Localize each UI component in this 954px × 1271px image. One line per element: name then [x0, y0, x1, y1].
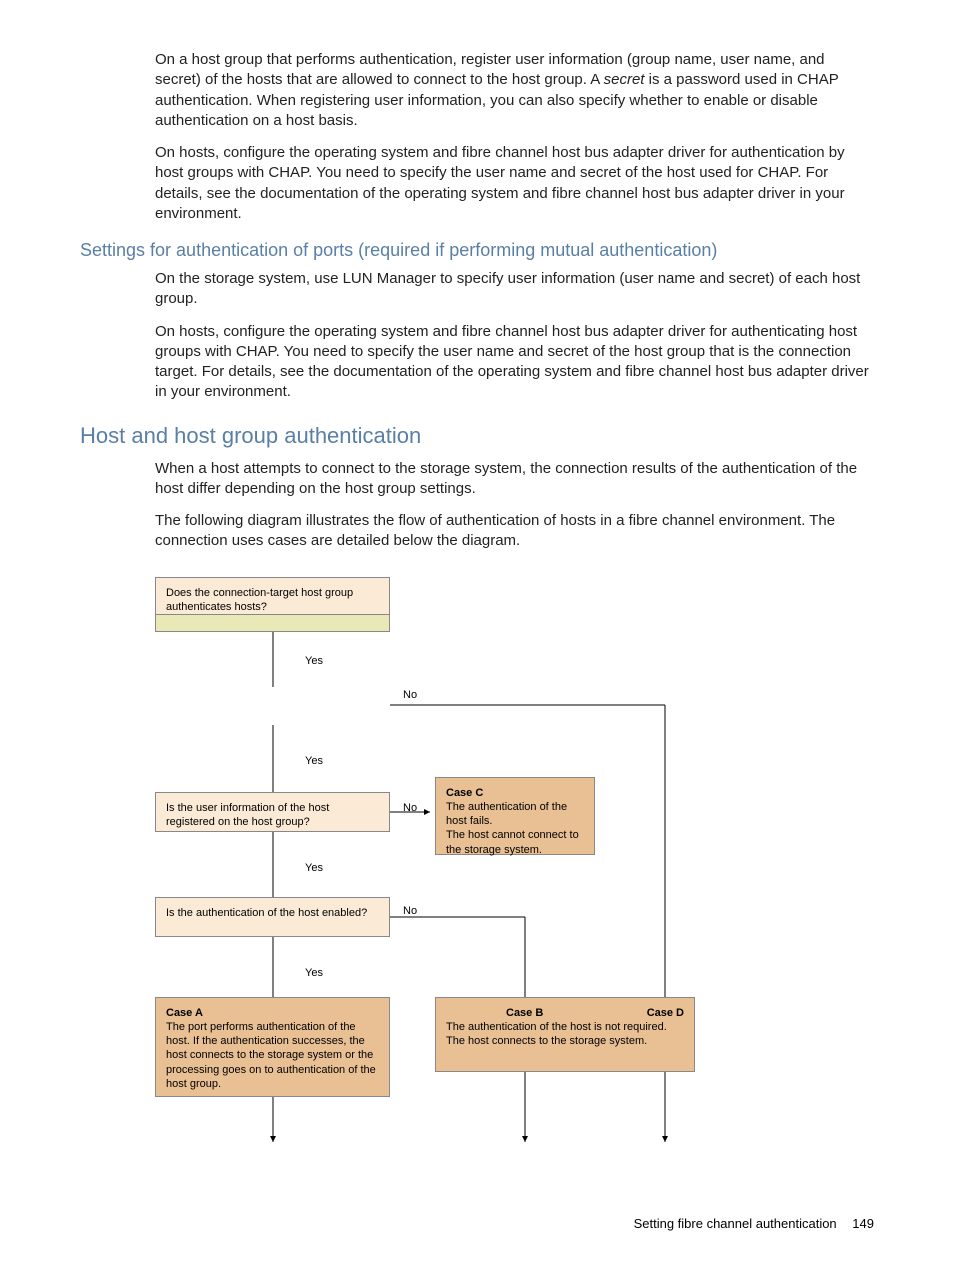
case-c-body: The authentication of the host fails. Th…	[446, 801, 579, 856]
case-a-title: Case A	[166, 1007, 203, 1019]
case-bd-body: The authentication of the host is not re…	[446, 1021, 667, 1047]
paragraph-2: On hosts, configure the operating system…	[80, 143, 874, 224]
flow-decision-1: Does the connection-target host group au…	[155, 577, 390, 615]
paragraph-6: The following diagram illustrates the fl…	[80, 511, 874, 552]
case-c-title: Case C	[446, 787, 483, 799]
footer-page-number: 149	[852, 1216, 874, 1231]
label-yes-2: Yes	[305, 755, 323, 767]
flow-case-a: Case A The port performs authentication …	[155, 997, 390, 1097]
paragraph-4: On hosts, configure the operating system…	[80, 322, 874, 403]
p1-secret: secret	[604, 71, 645, 88]
footer-section: Setting fibre channel authentication	[634, 1216, 837, 1231]
flow-case-c: Case C The authentication of the host fa…	[435, 777, 595, 855]
case-a-body: The port performs authentication of the …	[166, 1021, 376, 1090]
subheading-port-auth: Settings for authentication of ports (re…	[80, 240, 874, 261]
flowchart: A host requires connection to a host gro…	[155, 577, 725, 1152]
paragraph-5: When a host attempts to connect to the s…	[80, 459, 874, 500]
page-footer: Setting fibre channel authentication 149	[634, 1216, 874, 1231]
paragraph-3: On the storage system, use LUN Manager t…	[80, 269, 874, 310]
flow-d3-text: Is the authentication of the host enable…	[166, 907, 367, 919]
flow-decision-2: Is the user information of the host regi…	[155, 792, 390, 832]
flow-case-bd: Case B Case D The authentication of the …	[435, 997, 695, 1072]
label-no-3: No	[403, 905, 417, 917]
label-no-2: No	[403, 802, 417, 814]
case-b-title: Case B	[506, 1006, 543, 1020]
heading-host-auth: Host and host group authentication	[80, 423, 874, 449]
flow-d1-text: Does the connection-target host group au…	[166, 587, 353, 613]
label-yes-3: Yes	[305, 862, 323, 874]
case-d-title: Case D	[647, 1006, 684, 1020]
label-no-1: No	[403, 689, 417, 701]
paragraph-1: On a host group that performs authentica…	[80, 50, 874, 131]
flow-d2-text: Is the user information of the host regi…	[166, 802, 329, 828]
flow-decision-3: Is the authentication of the host enable…	[155, 897, 390, 937]
label-yes-4: Yes	[305, 967, 323, 979]
label-yes-1: Yes	[305, 655, 323, 667]
